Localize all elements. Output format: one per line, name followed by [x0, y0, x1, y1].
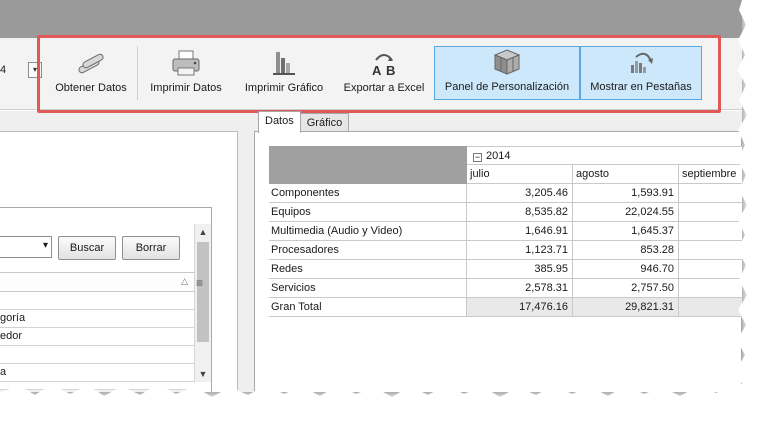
- search-button[interactable]: Buscar: [58, 236, 116, 260]
- pivot-month-header[interactable]: agosto: [573, 165, 679, 184]
- right-panel: Datos Gráfico −2014 julio agosto septiem…: [250, 111, 742, 392]
- tab-strip: Datos Gráfico: [258, 111, 350, 133]
- list-item[interactable]: goría: [0, 310, 194, 328]
- tab-grafico[interactable]: Gráfico: [299, 113, 350, 133]
- pivot-cell[interactable]: [679, 279, 742, 298]
- pivot-cell[interactable]: 385.95: [467, 260, 573, 279]
- highlight-frame: [37, 35, 721, 113]
- pivot-corner: [269, 146, 467, 184]
- pivot-total-cell[interactable]: 29,821.31: [573, 298, 679, 317]
- pivot-cell[interactable]: 1,123.71: [467, 241, 573, 260]
- tab-content: −2014 julio agosto septiembre Componente…: [254, 131, 742, 392]
- pivot-cell[interactable]: 1,593.91: [573, 184, 679, 203]
- scroll-up-icon[interactable]: ▲: [195, 224, 211, 240]
- pivot-cell[interactable]: 8,535.82: [467, 203, 573, 222]
- pivot-cell[interactable]: [679, 241, 742, 260]
- pivot-cell[interactable]: 1,646.91: [467, 222, 573, 241]
- pivot-cell[interactable]: 2,578.31: [467, 279, 573, 298]
- pivot-cell[interactable]: 22,024.55: [573, 203, 679, 222]
- ribbon-combo-value: 4: [0, 64, 7, 76]
- column-menu-icon[interactable]: ≡: [196, 276, 203, 290]
- scroll-down-icon[interactable]: ▼: [195, 366, 211, 382]
- pivot-cell[interactable]: [679, 260, 742, 279]
- list-item[interactable]: a: [0, 364, 194, 382]
- category-select[interactable]: ▾: [0, 236, 52, 258]
- pivot-row-label: Equipos: [269, 203, 467, 222]
- list-item[interactable]: edor: [0, 328, 194, 346]
- vertical-scrollbar[interactable]: ▲ ▼: [194, 224, 211, 382]
- pivot-cell[interactable]: 1,645.37: [573, 222, 679, 241]
- pivot-row-label: Servicios: [269, 279, 467, 298]
- pivot-cell[interactable]: [679, 222, 742, 241]
- pivot-cell[interactable]: 2,757.50: [573, 279, 679, 298]
- clear-button[interactable]: Borrar: [122, 236, 180, 260]
- app-window: 4 ▾ Obtener Datos Imprimir Datos Imprimi…: [0, 0, 742, 392]
- left-panel-content: ▾ Buscar Borrar △ goría edor a ▲ ▼ ≡: [0, 131, 238, 392]
- pivot-total-label: Gran Total: [269, 298, 467, 317]
- scroll-thumb[interactable]: [197, 242, 209, 342]
- pivot-cell[interactable]: [679, 203, 742, 222]
- pivot-row-label: Multimedia (Audio y Video): [269, 222, 467, 241]
- pivot-cell[interactable]: 853.28: [573, 241, 679, 260]
- pivot-total-cell[interactable]: [679, 298, 742, 317]
- tab-datos[interactable]: Datos: [258, 111, 301, 133]
- list-header[interactable]: △: [0, 272, 194, 292]
- scroll-right-icon[interactable]: ▶: [183, 391, 190, 392]
- filter-box: ▾ Buscar Borrar △ goría edor a ▲ ▼ ≡: [0, 207, 212, 392]
- pivot-row-label: Redes: [269, 260, 467, 279]
- pivot-cell[interactable]: [679, 184, 742, 203]
- list-item[interactable]: [0, 346, 194, 364]
- pivot-row-label: Procesadores: [269, 241, 467, 260]
- collapse-icon[interactable]: −: [473, 153, 482, 162]
- list-item[interactable]: [0, 292, 194, 310]
- pivot-total-cell[interactable]: 17,476.16: [467, 298, 573, 317]
- left-panel: ▾ Buscar Borrar △ goría edor a ▲ ▼ ≡: [0, 111, 250, 392]
- sort-asc-icon: △: [181, 276, 188, 286]
- title-bar: [0, 0, 742, 38]
- pivot-cell[interactable]: 3,205.46: [467, 184, 573, 203]
- pivot-month-header[interactable]: julio: [467, 165, 573, 184]
- horizontal-scrollbar[interactable]: ▶: [0, 389, 194, 392]
- pivot-cell[interactable]: 946.70: [573, 260, 679, 279]
- pivot-row-label: Componentes: [269, 184, 467, 203]
- chevron-down-icon: ▾: [42, 240, 48, 251]
- pivot-year-header[interactable]: −2014: [467, 146, 742, 165]
- pivot-year-label: 2014: [486, 150, 511, 162]
- pivot-month-header[interactable]: septiembre: [679, 165, 742, 184]
